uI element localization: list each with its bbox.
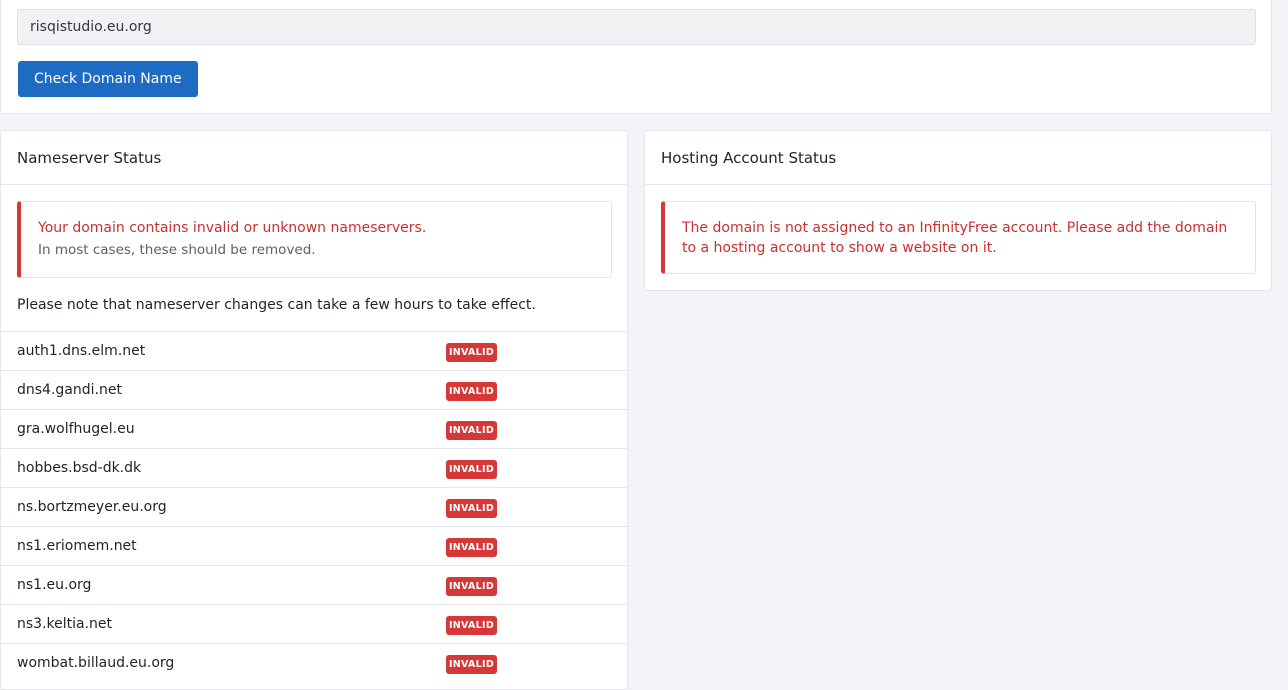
unassigned-domain-alert: The domain is not assigned to an Infinit…	[661, 201, 1256, 274]
invalid-badge: INVALID	[446, 343, 497, 362]
nameserver-row: gra.wolfhugel.eu INVALID	[1, 409, 627, 448]
domain-check-form: Check Domain Name	[0, 0, 1272, 114]
invalid-badge: INVALID	[446, 382, 497, 401]
invalid-badge: INVALID	[446, 460, 497, 479]
alert-subtext: In most cases, these should be removed.	[38, 242, 316, 258]
nameserver-row: ns.bortzmeyer.eu.org INVALID	[1, 487, 627, 526]
nameserver-row: auth1.dns.elm.net INVALID	[1, 331, 627, 370]
check-domain-button[interactable]: Check Domain Name	[18, 61, 198, 97]
nameserver-list: auth1.dns.elm.net INVALID dns4.gandi.net…	[1, 331, 627, 682]
invalid-badge: INVALID	[446, 538, 497, 557]
hosting-account-status-card: Hosting Account Status The domain is not…	[644, 130, 1272, 291]
invalid-badge: INVALID	[446, 616, 497, 635]
invalid-badge: INVALID	[446, 655, 497, 674]
nameserver-name: auth1.dns.elm.net	[17, 343, 146, 359]
nameserver-name: gra.wolfhugel.eu	[17, 421, 135, 437]
nameserver-status-title: Nameserver Status	[1, 131, 627, 185]
nameserver-name: dns4.gandi.net	[17, 382, 122, 398]
nameserver-row: dns4.gandi.net INVALID	[1, 370, 627, 409]
alert-title: Your domain contains invalid or unknown …	[38, 220, 427, 236]
nameserver-row: ns1.eu.org INVALID	[1, 565, 627, 604]
nameserver-row: ns3.keltia.net INVALID	[1, 604, 627, 643]
invalid-badge: INVALID	[446, 421, 497, 440]
nameserver-row: wombat.billaud.eu.org INVALID	[1, 643, 627, 682]
nameserver-row: ns1.eriomem.net INVALID	[1, 526, 627, 565]
nameserver-name: ns.bortzmeyer.eu.org	[17, 499, 167, 515]
nameserver-name: ns1.eu.org	[17, 577, 92, 593]
nameserver-name: ns3.keltia.net	[17, 616, 113, 632]
domain-name-input[interactable]	[17, 9, 1256, 45]
invalid-badge: INVALID	[446, 577, 497, 596]
invalid-nameservers-alert: Your domain contains invalid or unknown …	[17, 201, 612, 278]
alert-text: The domain is not assigned to an Infinit…	[682, 220, 1228, 256]
nameserver-name: ns1.eriomem.net	[17, 538, 137, 554]
invalid-badge: INVALID	[446, 499, 497, 518]
nameserver-row: hobbes.bsd-dk.dk INVALID	[1, 448, 627, 487]
nameserver-status-card: Nameserver Status Your domain contains i…	[0, 130, 628, 690]
nameserver-name: wombat.billaud.eu.org	[17, 655, 175, 671]
propagation-note: Please note that nameserver changes can …	[17, 297, 536, 313]
hosting-account-status-title: Hosting Account Status	[645, 131, 1271, 185]
nameserver-name: hobbes.bsd-dk.dk	[17, 460, 142, 476]
